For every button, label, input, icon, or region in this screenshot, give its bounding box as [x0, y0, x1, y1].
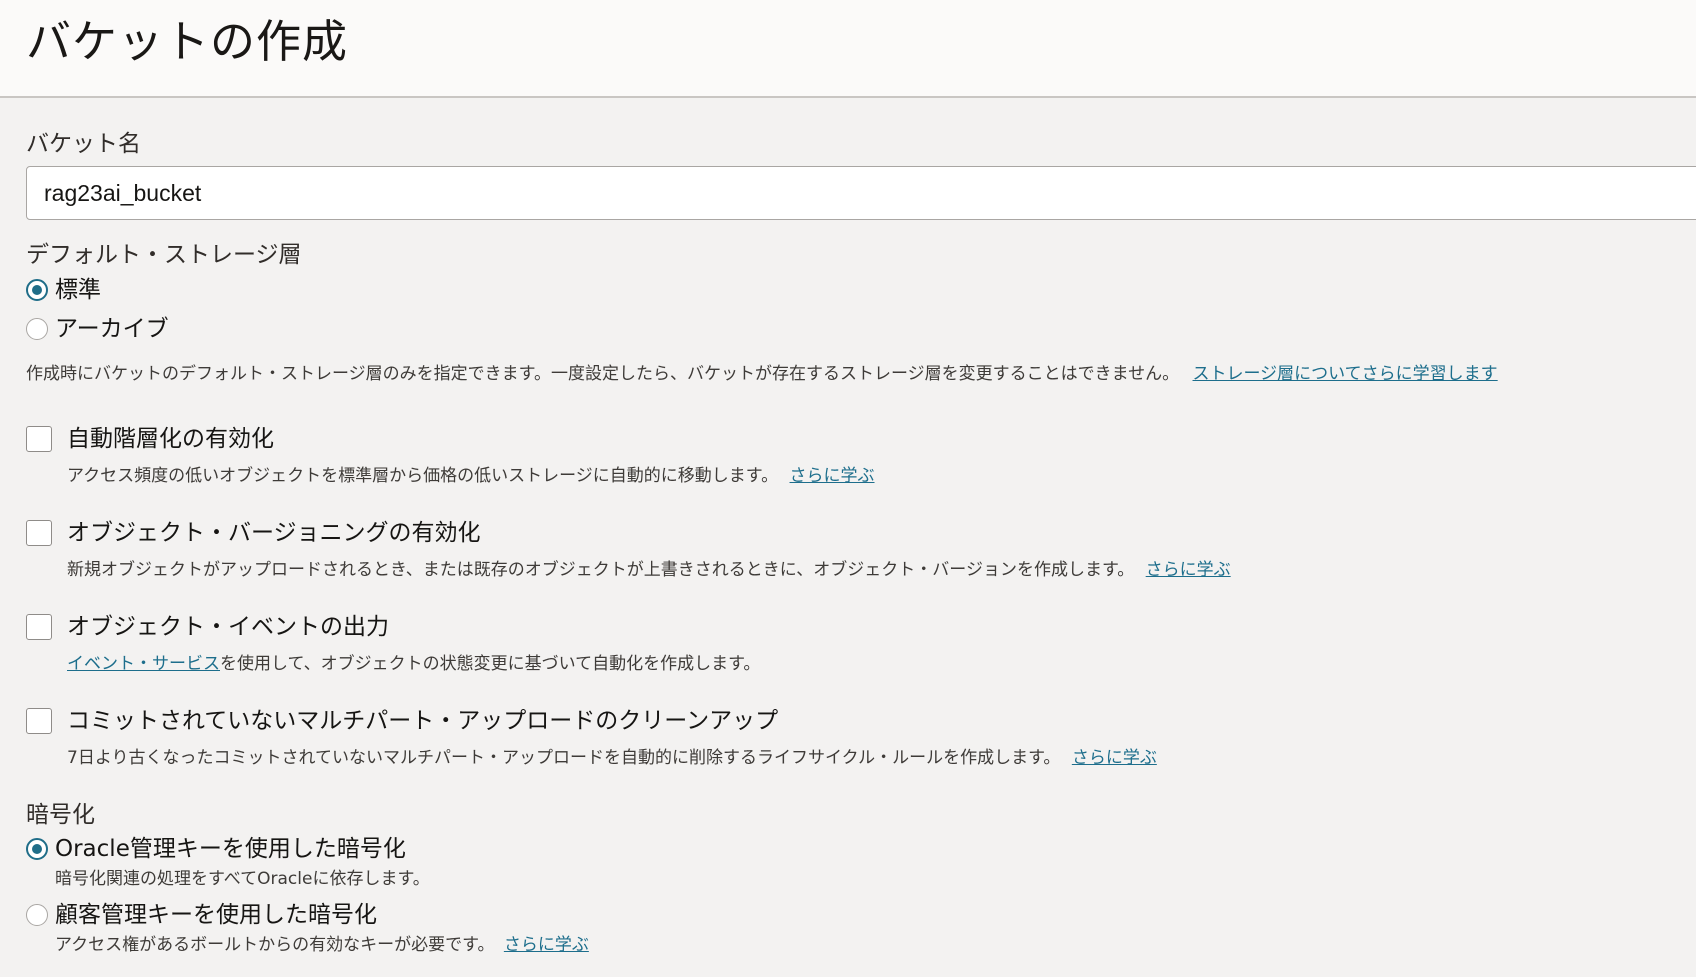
encryption-oracle-managed-help: 暗号化関連の処理をすべてOracleに依存します。: [55, 869, 430, 889]
multipart-cleanup-learn-more-link[interactable]: さらに学ぶ: [1072, 748, 1157, 768]
auto-tiering-label[interactable]: 自動階層化の有効化: [67, 424, 274, 454]
encryption-oracle-managed-radio[interactable]: [26, 838, 48, 860]
storage-tier-help-text: 作成時にバケットのデフォルト・ストレージ層のみを指定できます。一度設定したら、バ…: [26, 364, 1180, 384]
encryption-customer-managed-label[interactable]: 顧客管理キーを使用した暗号化: [55, 900, 377, 930]
multipart-cleanup-help-text: 7日より古くなったコミットされていないマルチパート・アップロードを自動的に削除す…: [67, 748, 1061, 768]
events-help-text: を使用して、オブジェクトの状態変更に基づいて自動化を作成します。: [220, 654, 761, 674]
storage-tier-label: デフォルト・ストレージ層: [26, 242, 302, 268]
storage-tier-archive-radio[interactable]: [26, 318, 48, 340]
page-title: バケットの作成: [26, 15, 349, 68]
encryption-customer-managed-help: アクセス権があるボールトからの有効なキーが必要です。 さらに学ぶ: [55, 933, 589, 957]
events-help: イベント・サービスを使用して、オブジェクトの状態変更に基づいて自動化を作成します…: [67, 652, 760, 676]
storage-tier-archive-label[interactable]: アーカイブ: [55, 314, 169, 344]
events-service-link[interactable]: イベント・サービス: [67, 654, 220, 674]
auto-tiering-learn-more-link[interactable]: さらに学ぶ: [790, 466, 875, 486]
auto-tiering-help: アクセス頻度の低いオブジェクトを標準層から価格の低いストレージに自動的に移動しま…: [67, 464, 875, 488]
encryption-oracle-managed-label[interactable]: Oracle管理キーを使用した暗号化: [55, 834, 406, 864]
encryption-customer-managed-learn-more-link[interactable]: さらに学ぶ: [504, 935, 589, 955]
storage-tier-learn-more-link[interactable]: ストレージ層についてさらに学習します: [1193, 364, 1498, 384]
multipart-cleanup-label[interactable]: コミットされていないマルチパート・アップロードのクリーンアップ: [67, 706, 778, 736]
auto-tiering-help-text: アクセス頻度の低いオブジェクトを標準層から価格の低いストレージに自動的に移動しま…: [67, 466, 779, 486]
events-checkbox[interactable]: [26, 614, 52, 640]
bucket-name-label: バケット名: [26, 131, 141, 157]
versioning-label[interactable]: オブジェクト・バージョニングの有効化: [67, 518, 481, 548]
encryption-customer-managed-radio[interactable]: [26, 904, 48, 926]
events-label[interactable]: オブジェクト・イベントの出力: [67, 612, 389, 642]
versioning-checkbox[interactable]: [26, 520, 52, 546]
encryption-label: 暗号化: [26, 802, 95, 828]
multipart-cleanup-help: 7日より古くなったコミットされていないマルチパート・アップロードを自動的に削除す…: [67, 746, 1157, 770]
encryption-customer-managed-help-text: アクセス権があるボールトからの有効なキーが必要です。: [55, 935, 495, 955]
versioning-help: 新規オブジェクトがアップロードされるとき、または既存のオブジェクトが上書きされる…: [67, 558, 1231, 582]
storage-tier-standard-label[interactable]: 標準: [55, 275, 101, 305]
versioning-learn-more-link[interactable]: さらに学ぶ: [1146, 560, 1231, 580]
storage-tier-standard-radio[interactable]: [26, 279, 48, 301]
multipart-cleanup-checkbox[interactable]: [26, 708, 52, 734]
versioning-help-text: 新規オブジェクトがアップロードされるとき、または既存のオブジェクトが上書きされる…: [67, 560, 1135, 580]
bucket-name-input[interactable]: [26, 166, 1696, 220]
page-header: バケットの作成: [0, 0, 1696, 98]
auto-tiering-checkbox[interactable]: [26, 426, 52, 452]
storage-tier-help: 作成時にバケットのデフォルト・ストレージ層のみを指定できます。一度設定したら、バ…: [26, 362, 1498, 386]
